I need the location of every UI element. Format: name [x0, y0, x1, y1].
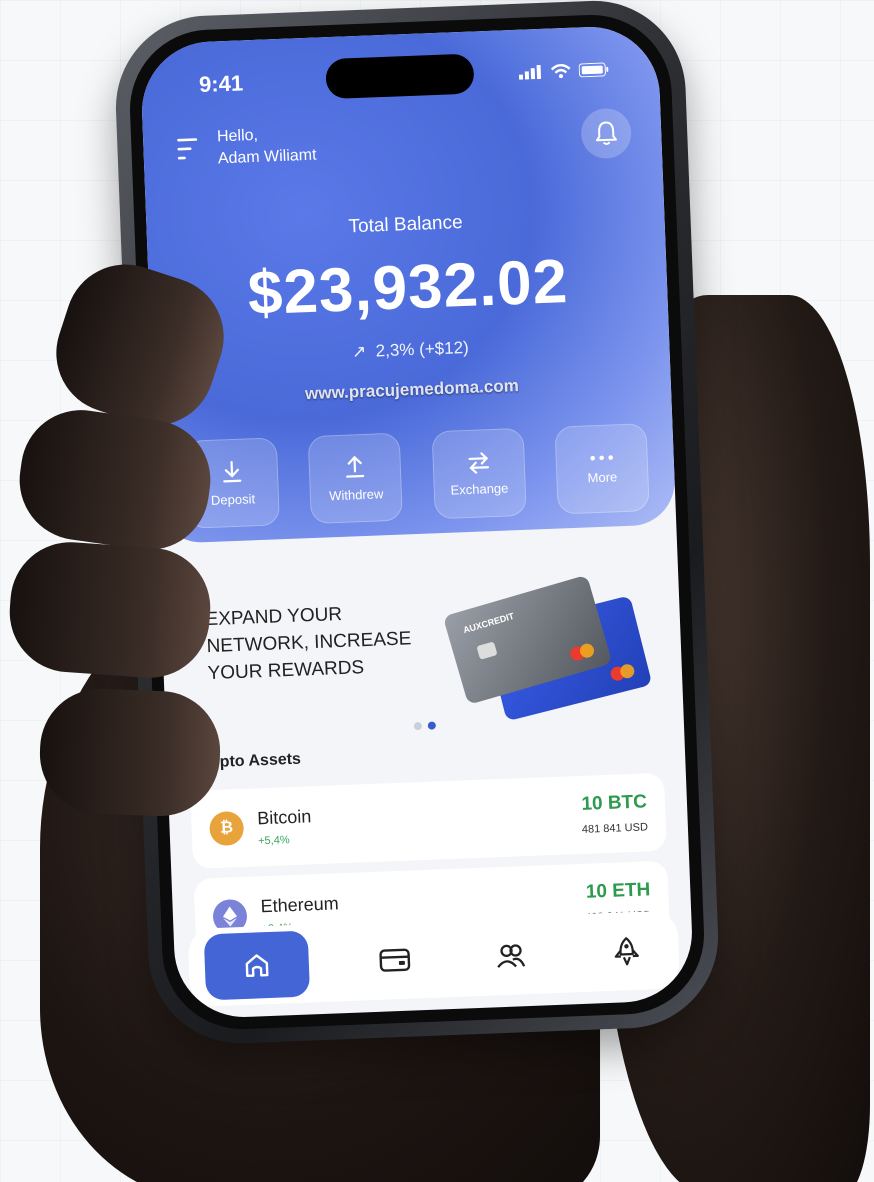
greeting-block: Hello, Adam Wiliamt: [177, 123, 317, 172]
asset-amount: 10 ETH: [585, 879, 651, 903]
withdraw-label: Withdrew: [328, 485, 384, 503]
bell-icon: [595, 121, 617, 145]
home-icon: [245, 954, 269, 978]
nav-rocket-button[interactable]: [596, 920, 658, 982]
asset-usd: 481 841 USD: [581, 821, 649, 836]
more-label: More: [587, 468, 618, 485]
nav-home-button[interactable]: [203, 930, 311, 1001]
asset-name: Bitcoin: [256, 805, 312, 828]
users-icon: [497, 944, 526, 968]
trend-up-icon: ↗: [351, 341, 367, 362]
card-brand: AUXCREDIT: [462, 610, 516, 636]
balance-change-text: 2,3% (+$12): [375, 337, 470, 361]
wifi-icon: [550, 63, 571, 79]
promo-text: EXPAND YOUR NETWORK, INCREASE YOUR REWAR…: [205, 597, 438, 687]
status-time: 9:41: [198, 70, 244, 98]
mastercard-logo-icon: [609, 663, 636, 682]
phone-frame: 9:41 Hello, Adam Wiliamt Total Balance $…: [112, 0, 722, 1047]
phone-screen: 9:41 Hello, Adam Wiliamt Total Balance $…: [139, 24, 695, 1020]
nav-users-button[interactable]: [480, 925, 542, 987]
asset-change: +5,4%: [257, 833, 290, 847]
status-icons: [518, 62, 609, 80]
finger-ring: [5, 538, 215, 682]
ethereum-diamond-icon: [223, 906, 238, 927]
download-icon: [223, 460, 242, 482]
more-icon: [590, 454, 613, 461]
wallet-icon: [379, 948, 411, 972]
notifications-button[interactable]: [580, 107, 633, 160]
asset-values: 10 BTC 481 841 USD: [581, 791, 649, 836]
promo-banner[interactable]: EXPAND YOUR NETWORK, INCREASE YOUR REWAR…: [190, 565, 653, 722]
withdraw-button[interactable]: Withdrew: [307, 432, 404, 525]
bitcoin-icon: ₿: [208, 810, 245, 847]
swap-icon: [468, 451, 489, 474]
menu-icon[interactable]: [177, 136, 202, 163]
carousel-dot-1[interactable]: [413, 721, 422, 731]
more-button[interactable]: More: [554, 423, 650, 515]
asset-info: Bitcoin +5,4%: [257, 806, 312, 847]
rocket-icon: [614, 937, 639, 966]
greeting-text: Hello, Adam Wiliamt: [217, 123, 317, 171]
deposit-label: Deposit: [210, 490, 256, 508]
signal-icon: [518, 64, 542, 80]
phone-bezel: 9:41 Hello, Adam Wiliamt Total Balance $…: [127, 11, 707, 1033]
carousel-dots: [413, 721, 436, 731]
card-chip-icon: [476, 641, 498, 660]
exchange-button[interactable]: Exchange: [431, 427, 527, 520]
mastercard-logo-icon: [569, 642, 596, 662]
exchange-label: Exchange: [450, 479, 509, 498]
asset-name: Ethereum: [260, 892, 339, 916]
asset-row-bitcoin[interactable]: ₿ Bitcoin +5,4% 10 BTC 481 841 USD: [190, 772, 667, 869]
battery-icon: [578, 62, 609, 78]
quick-actions: Deposit Withdrew Exchange More: [184, 423, 650, 529]
carousel-dot-2[interactable]: [427, 721, 436, 730]
finger-pinky: [37, 686, 223, 819]
upload-icon: [346, 455, 365, 478]
nav-wallet-button[interactable]: [364, 929, 426, 991]
asset-amount: 10 BTC: [581, 791, 648, 815]
user-name: Adam Wiliamt: [217, 146, 317, 168]
